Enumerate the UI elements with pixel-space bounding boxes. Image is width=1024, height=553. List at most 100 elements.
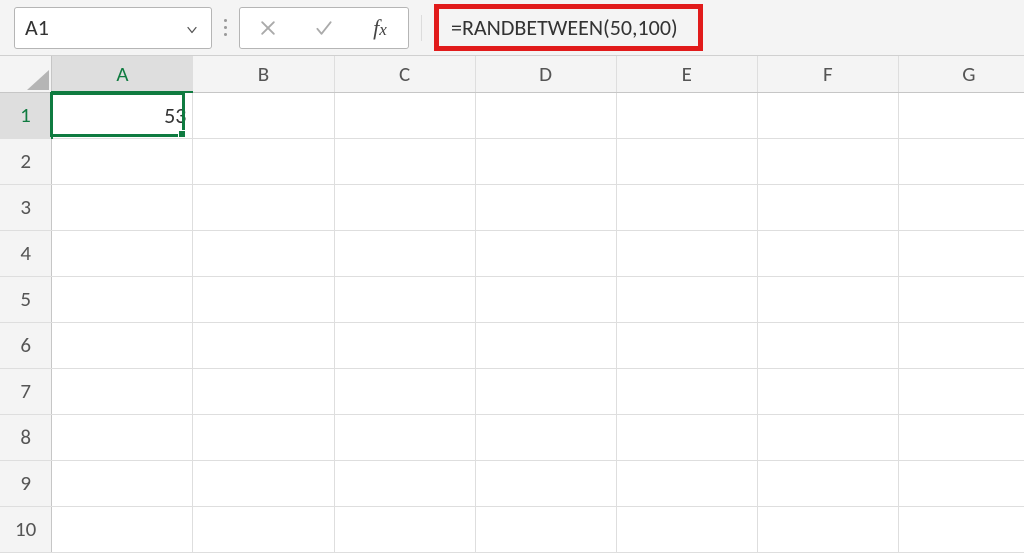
cell-G1[interactable] [898, 92, 1024, 138]
cell-C7[interactable] [334, 368, 475, 414]
chevron-down-icon[interactable] [183, 22, 201, 34]
row-header-3[interactable]: 3 [0, 184, 52, 230]
cell-D10[interactable] [475, 506, 616, 552]
cell-A4[interactable] [52, 230, 193, 276]
cell-E6[interactable] [616, 322, 757, 368]
cell-C5[interactable] [334, 276, 475, 322]
insert-function-button[interactable]: fx [352, 8, 408, 48]
cell-G6[interactable] [898, 322, 1024, 368]
name-box[interactable] [14, 7, 212, 49]
column-header-B[interactable]: B [193, 56, 334, 92]
cell-F6[interactable] [757, 322, 898, 368]
cell-B1[interactable] [193, 92, 334, 138]
cell-F3[interactable] [757, 184, 898, 230]
cell-C10[interactable] [334, 506, 475, 552]
cell-A7[interactable] [52, 368, 193, 414]
row-header-7[interactable]: 7 [0, 368, 52, 414]
cell-C2[interactable] [334, 138, 475, 184]
cell-A6[interactable] [52, 322, 193, 368]
row-header-5[interactable]: 5 [0, 276, 52, 322]
cell-F4[interactable] [757, 230, 898, 276]
column-header-A[interactable]: A [52, 56, 193, 92]
row-header-1[interactable]: 1 [0, 92, 52, 138]
cell-C4[interactable] [334, 230, 475, 276]
cell-B2[interactable] [193, 138, 334, 184]
formula-controls: fx [239, 7, 409, 49]
cell-A10[interactable] [52, 506, 193, 552]
cell-G2[interactable] [898, 138, 1024, 184]
cell-E4[interactable] [616, 230, 757, 276]
cell-F9[interactable] [757, 460, 898, 506]
cell-D6[interactable] [475, 322, 616, 368]
cell-E3[interactable] [616, 184, 757, 230]
cell-E2[interactable] [616, 138, 757, 184]
cell-D2[interactable] [475, 138, 616, 184]
cell-D5[interactable] [475, 276, 616, 322]
cell-C1[interactable] [334, 92, 475, 138]
cell-B4[interactable] [193, 230, 334, 276]
row-header-2[interactable]: 2 [0, 138, 52, 184]
cell-G10[interactable] [898, 506, 1024, 552]
cell-G5[interactable] [898, 276, 1024, 322]
cell-B10[interactable] [193, 506, 334, 552]
cell-B6[interactable] [193, 322, 334, 368]
cell-E10[interactable] [616, 506, 757, 552]
column-header-G[interactable]: G [898, 56, 1024, 92]
spreadsheet-grid[interactable]: ABCDEFG 1532345678910 [0, 56, 1024, 553]
cell-F10[interactable] [757, 506, 898, 552]
row-header-6[interactable]: 6 [0, 322, 52, 368]
cell-A8[interactable] [52, 414, 193, 460]
cell-D7[interactable] [475, 368, 616, 414]
cell-D8[interactable] [475, 414, 616, 460]
column-header-C[interactable]: C [334, 56, 475, 92]
name-box-input[interactable] [25, 14, 155, 41]
cell-C9[interactable] [334, 460, 475, 506]
cell-D9[interactable] [475, 460, 616, 506]
cell-A9[interactable] [52, 460, 193, 506]
cell-A1[interactable]: 53 [52, 92, 193, 138]
cell-D4[interactable] [475, 230, 616, 276]
cell-F2[interactable] [757, 138, 898, 184]
cell-E9[interactable] [616, 460, 757, 506]
cell-B9[interactable] [193, 460, 334, 506]
confirm-icon[interactable] [296, 8, 352, 48]
cell-B7[interactable] [193, 368, 334, 414]
formula-highlight-box: =RANDBETWEEN(50,100) [434, 4, 703, 51]
cell-F7[interactable] [757, 368, 898, 414]
cell-B5[interactable] [193, 276, 334, 322]
cell-A2[interactable] [52, 138, 193, 184]
cell-C8[interactable] [334, 414, 475, 460]
cell-C6[interactable] [334, 322, 475, 368]
cell-G9[interactable] [898, 460, 1024, 506]
column-header-D[interactable]: D [475, 56, 616, 92]
row-header-8[interactable]: 8 [0, 414, 52, 460]
column-header-E[interactable]: E [616, 56, 757, 92]
cell-F1[interactable] [757, 92, 898, 138]
cell-B8[interactable] [193, 414, 334, 460]
row-header-9[interactable]: 9 [0, 460, 52, 506]
cell-E8[interactable] [616, 414, 757, 460]
row-header-4[interactable]: 4 [0, 230, 52, 276]
formula-text[interactable]: =RANDBETWEEN(50,100) [451, 14, 678, 41]
cell-G4[interactable] [898, 230, 1024, 276]
cell-D1[interactable] [475, 92, 616, 138]
cell-G8[interactable] [898, 414, 1024, 460]
column-header-F[interactable]: F [757, 56, 898, 92]
cell-C3[interactable] [334, 184, 475, 230]
cell-G7[interactable] [898, 368, 1024, 414]
cell-F8[interactable] [757, 414, 898, 460]
cell-A3[interactable] [52, 184, 193, 230]
cell-E7[interactable] [616, 368, 757, 414]
select-all-corner[interactable] [0, 56, 52, 92]
separator-dots-icon [212, 7, 239, 49]
row-header-10[interactable]: 10 [0, 506, 52, 552]
cell-G3[interactable] [898, 184, 1024, 230]
cell-A5[interactable] [52, 276, 193, 322]
cell-E5[interactable] [616, 276, 757, 322]
cell-D3[interactable] [475, 184, 616, 230]
cancel-icon[interactable] [240, 8, 296, 48]
cell-F5[interactable] [757, 276, 898, 322]
cell-E1[interactable] [616, 92, 757, 138]
cell-B3[interactable] [193, 184, 334, 230]
divider [421, 15, 422, 41]
